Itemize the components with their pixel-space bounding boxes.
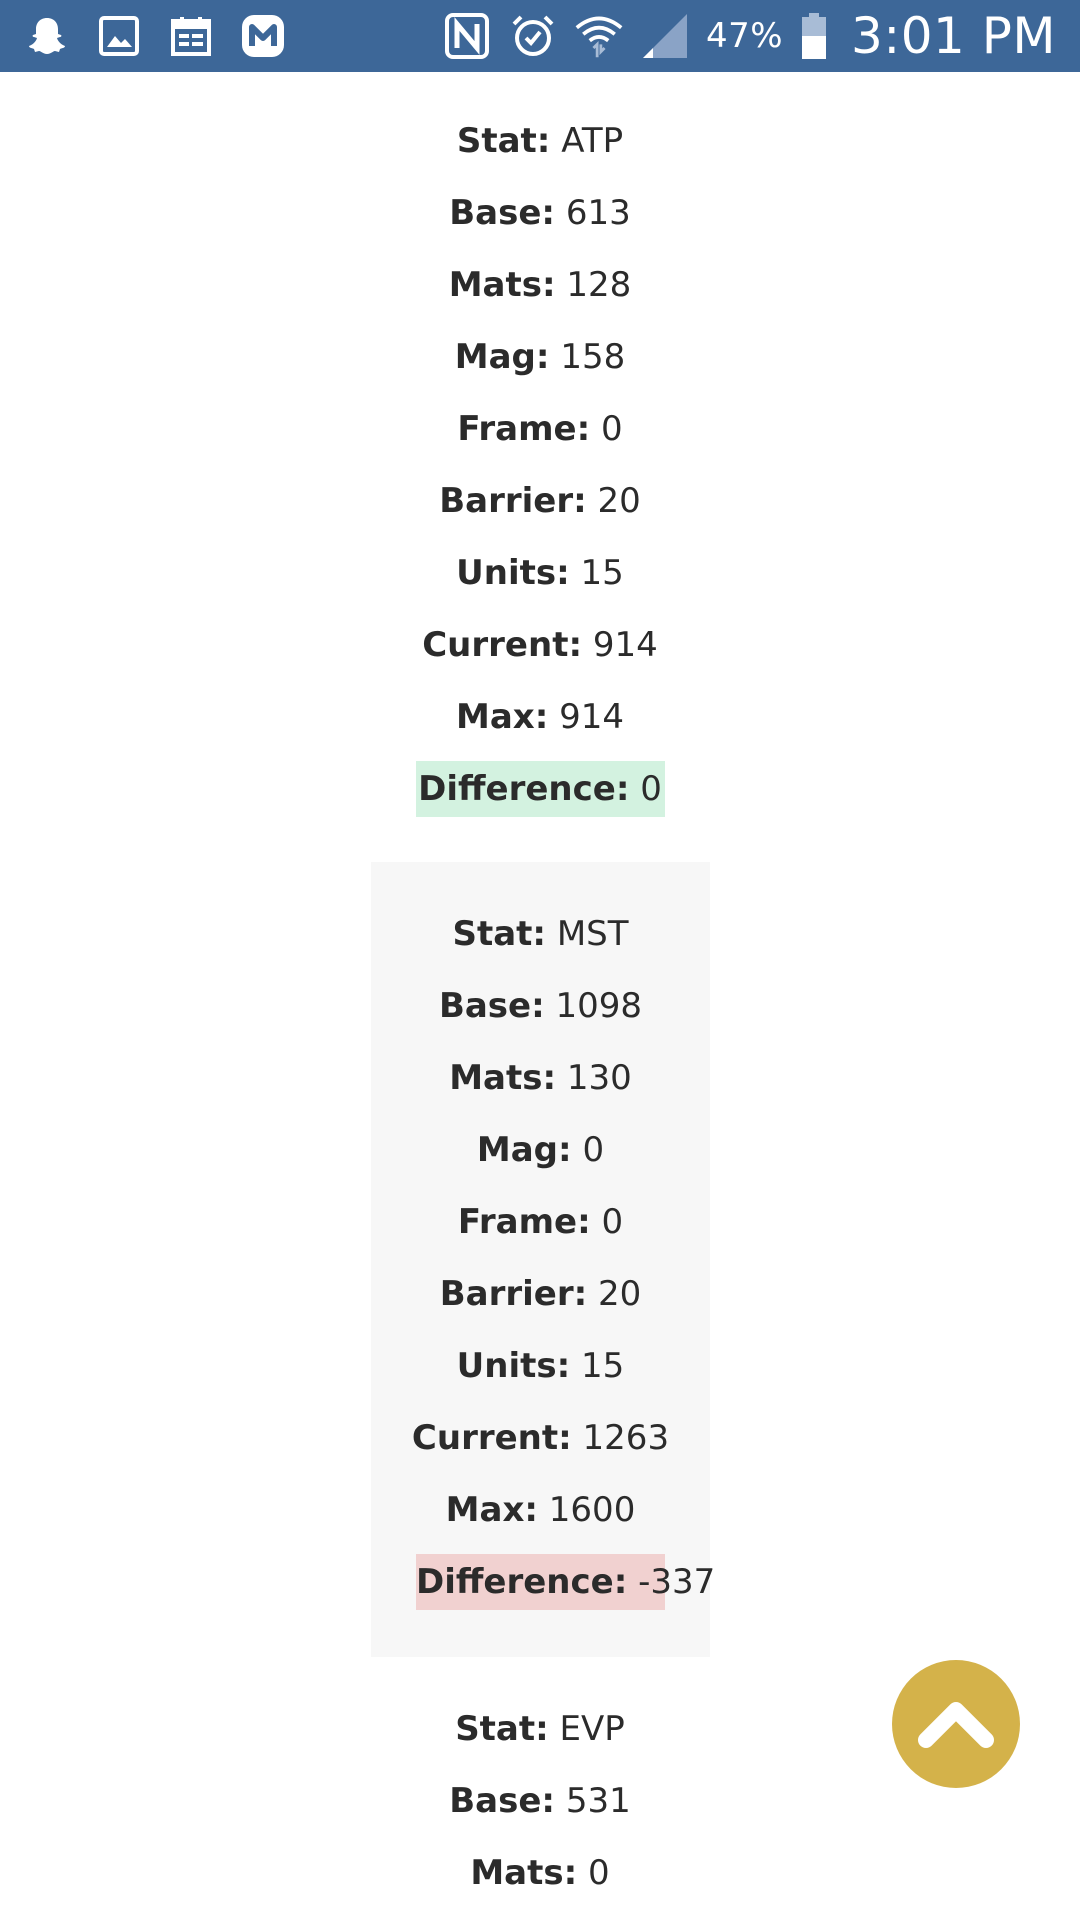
stat-row-max: Max: 914 [455,697,625,737]
stat-row-mag: Mag: 158 [454,337,626,377]
stat-row-barrier: Barrier: 20 [439,481,641,521]
battery-icon [799,11,829,61]
stat-row-mats: Mats: 0 [470,1853,610,1893]
alarm-icon [508,11,558,61]
snapchat-icon [22,11,72,61]
stat-row-current: Current: 1263 [411,1418,670,1458]
status-bar: 47% 3:01 PM [0,0,1080,72]
stat-row-base: Base: 531 [449,1781,631,1821]
system-status: 47% 3:01 PM [442,0,1056,72]
gallery-icon [94,11,144,61]
stat-card-atp: Stat: ATP Base: 613 Mats: 128 Mag: 158 F… [0,72,1080,862]
stat-row-units: Units: 15 [456,553,624,593]
stat-row-mats: Mats: 128 [448,265,632,305]
stat-row-base: Base: 1098 [438,986,643,1026]
battery-percent: 47% [705,16,784,56]
stat-row-base: Base: 613 [449,193,631,233]
stat-card-mst: Stat: MST Base: 1098 Mats: 130 Mag: 0 Fr… [371,862,715,1657]
stat-row-stat: Stat: ATP [456,121,624,161]
difference-badge: Difference: 0 [415,761,665,817]
stat-row-max: Max: 1600 [445,1490,636,1530]
difference-badge: Difference: -337 [416,1554,715,1610]
chevron-up-icon [918,1702,994,1748]
stat-row-stat: Stat: MST [452,914,629,954]
signal-icon [640,11,690,61]
stat-row-mats: Mats: 130 [449,1058,632,1098]
stat-row-mag: Mag: 0 [476,1130,605,1170]
stat-row-units: Units: 15 [456,1346,625,1386]
wifi-icon [574,11,624,61]
clock: 3:01 PM [851,7,1056,65]
notification-icons [22,0,288,72]
stat-row-current: Current: 914 [422,625,658,665]
stat-row-frame: Frame: 0 [457,1202,624,1242]
stat-row-barrier: Barrier: 20 [439,1274,642,1314]
calendar-icon [166,11,216,61]
nfc-icon [442,11,492,61]
m-app-icon [238,11,288,61]
scroll-to-top-button[interactable] [892,1660,1020,1788]
stat-row-frame: Frame: 0 [457,409,623,449]
